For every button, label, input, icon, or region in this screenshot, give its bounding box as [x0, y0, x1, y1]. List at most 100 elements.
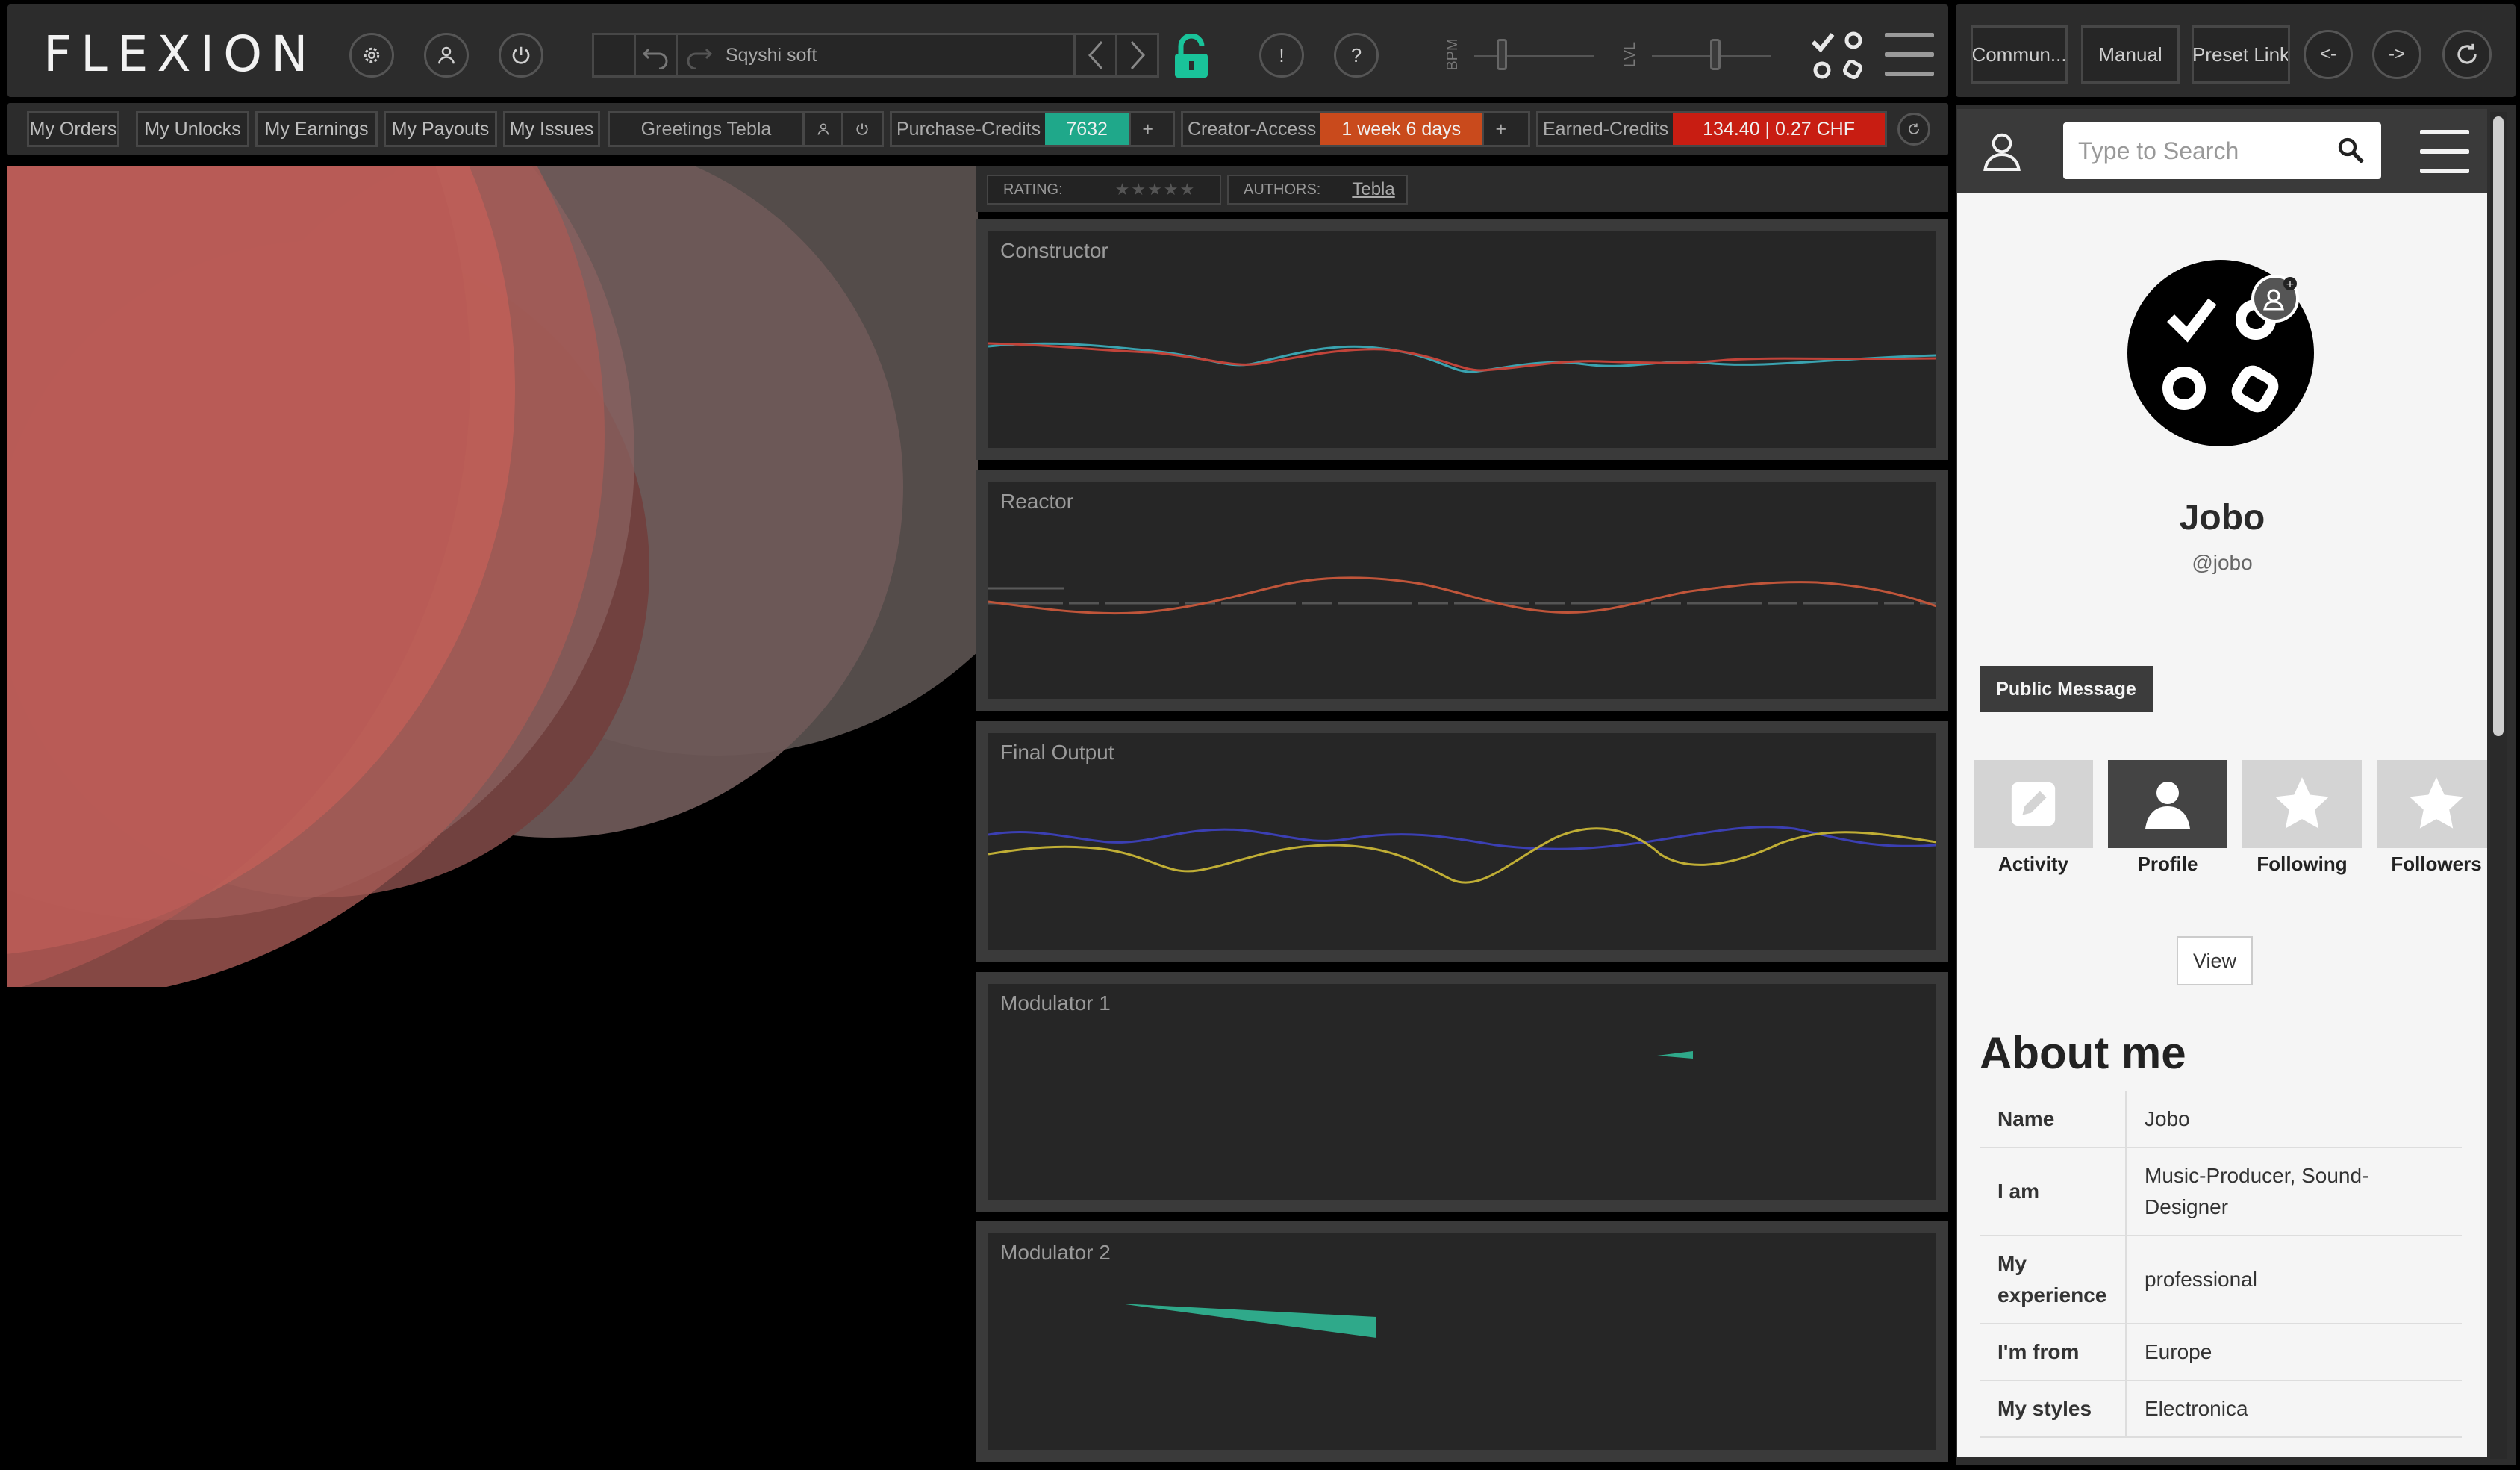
earned-credits-value: 134.40 | 0.27 CHF [1673, 113, 1885, 145]
my-orders-button[interactable]: My Orders [27, 111, 119, 147]
preset-menu-button[interactable] [594, 35, 636, 75]
refresh-icon [1909, 123, 1919, 134]
rating-box: RATING: ★★★★★ [987, 175, 1221, 205]
unlock-icon[interactable] [1170, 34, 1212, 79]
my-unlocks-button[interactable]: My Unlocks [136, 111, 249, 147]
redo-icon [687, 48, 713, 69]
reactor-title: Reactor [1000, 490, 1074, 513]
edit-avatar-button[interactable]: + [2251, 275, 2299, 323]
preset-next-button[interactable] [1115, 35, 1157, 75]
rating-stars[interactable]: ★★★★★ [1115, 180, 1197, 199]
purchase-credits-add-button[interactable]: + [1129, 113, 1164, 145]
bpm-thumb[interactable] [1497, 39, 1507, 70]
my-earnings-button[interactable]: My Earnings [255, 111, 378, 147]
chevron-right-icon [1130, 41, 1145, 69]
tab-followers[interactable] [2377, 760, 2487, 848]
help-button[interactable]: ? [1334, 33, 1379, 78]
view-button[interactable]: View [2177, 936, 2253, 985]
redo-button[interactable] [678, 35, 720, 75]
back-button[interactable]: <- [2304, 30, 2353, 79]
main-menu-button[interactable] [1885, 33, 1934, 76]
hamburger-line [2420, 130, 2469, 134]
preset-selector: Sqyshi soft [592, 33, 1159, 78]
search-box[interactable]: Type to Search [2063, 122, 2381, 179]
logout-small-button[interactable] [841, 113, 880, 145]
reactor-line [988, 576, 1936, 615]
about-value: Europe [2126, 1324, 2462, 1381]
final-output-line-yellow [988, 827, 1936, 884]
public-message-button[interactable]: Public Message [1980, 666, 2153, 712]
settings-button[interactable] [349, 33, 394, 78]
table-row: My styles Electronica [1980, 1380, 2462, 1438]
greeting-text: Greetings Tebla [640, 118, 772, 140]
undo-button[interactable] [636, 35, 678, 75]
bpm-slider[interactable]: BPM [1444, 34, 1601, 76]
community-button[interactable]: Commun... [1971, 25, 2068, 84]
bpm-track [1474, 55, 1594, 57]
brand-symbols-icon[interactable] [1810, 30, 1865, 82]
preset-prev-button[interactable] [1073, 35, 1115, 75]
power-button[interactable] [499, 33, 543, 78]
constructor-line-red [988, 342, 1936, 372]
author-link[interactable]: Tebla [1352, 179, 1394, 200]
table-row: My experience professional [1980, 1236, 2462, 1324]
user-button[interactable] [424, 33, 469, 78]
reactor-graph [988, 576, 1936, 615]
alert-icon: ! [1279, 43, 1285, 66]
rating-label: RATING: [1003, 181, 1063, 198]
search-input[interactable]: Type to Search [2078, 137, 2239, 165]
tab-activity[interactable] [1974, 760, 2093, 848]
my-payouts-button[interactable]: My Payouts [384, 111, 497, 147]
edit-icon [2011, 782, 2056, 826]
sidebar-header: Type to Search [1957, 109, 2487, 193]
reload-icon [2457, 43, 2477, 64]
tab-following[interactable] [2242, 760, 2362, 848]
reload-button[interactable] [2442, 30, 2492, 79]
preset-link-button[interactable]: Preset Link [2192, 25, 2290, 84]
refresh-credits-button[interactable] [1897, 113, 1930, 146]
tab-activity-label: Activity [1998, 853, 2068, 875]
alert-button[interactable]: ! [1259, 33, 1304, 78]
undo-icon [642, 48, 667, 69]
hamburger-line [2420, 149, 2469, 154]
authors-box: AUTHORS: Tebla [1227, 175, 1408, 205]
flexion-logo: FLEXION [43, 25, 317, 83]
modulator-2-title: Modulator 2 [1000, 1241, 1111, 1264]
manual-button[interactable]: Manual [2081, 25, 2180, 84]
modulator-1-panel: Modulator 1 [976, 972, 1948, 1212]
table-row: I'm from Europe [1980, 1324, 2462, 1381]
circle-visualizer[interactable] [7, 166, 978, 987]
about-key: Name [1980, 1091, 2127, 1148]
sidebar-scrollbar[interactable] [2490, 112, 2507, 1459]
modulator-2-shape [1120, 1304, 1376, 1338]
constructor-panel: Constructor [976, 219, 1948, 460]
search-icon[interactable] [2336, 136, 2366, 166]
power-icon [855, 123, 868, 135]
profile-small-button[interactable] [802, 113, 841, 145]
tab-profile[interactable] [2108, 760, 2227, 848]
sidebar-toolbar: Commun... Manual Preset Link <- -> [1956, 4, 2516, 97]
about-key: I'm from [1980, 1324, 2127, 1381]
about-value: Jobo [2126, 1091, 2462, 1148]
my-issues-button[interactable]: My Issues [503, 111, 600, 147]
level-slider[interactable]: LVL [1622, 34, 1779, 76]
creator-access-value: 1 week 6 days [1320, 113, 1482, 145]
table-row: Name Jobo [1980, 1091, 2462, 1148]
scrollbar-thumb[interactable] [2493, 116, 2504, 736]
table-row: I am Music-Producer, Sound-Designer [1980, 1147, 2462, 1236]
star-icon [2410, 777, 2463, 829]
chevron-left-icon [1088, 41, 1102, 69]
final-output-panel: Final Output [976, 721, 1948, 962]
preset-name[interactable]: Sqyshi soft [720, 35, 1073, 75]
power-icon [512, 46, 530, 64]
constructor-graph [988, 342, 1936, 373]
creator-access-add-button[interactable]: + [1482, 113, 1518, 145]
account-icon[interactable] [1980, 128, 2024, 173]
creator-access-box: Creator-Access 1 week 6 days + [1181, 111, 1530, 147]
level-thumb[interactable] [1710, 39, 1721, 70]
purchase-credits-value: 7632 [1045, 113, 1129, 145]
reactor-panel: Reactor [976, 470, 1948, 711]
sidebar-menu-button[interactable] [2420, 130, 2469, 173]
tab-following-label: Following [2257, 853, 2348, 875]
forward-button[interactable]: -> [2372, 30, 2421, 79]
